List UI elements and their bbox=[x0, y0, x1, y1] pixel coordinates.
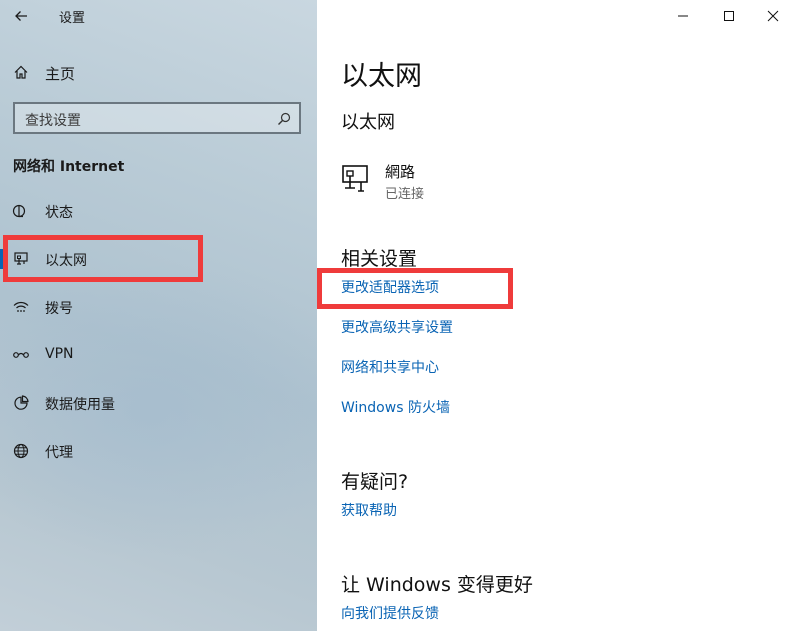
sidebar-item-label: 代理 bbox=[45, 445, 73, 461]
feedback-heading: 让 Windows 变得更好 bbox=[341, 574, 533, 596]
search-placeholder: 查找设置 bbox=[25, 113, 81, 129]
highlight-box-ethernet bbox=[3, 235, 203, 282]
network-adapter-icon bbox=[342, 165, 368, 192]
close-icon bbox=[767, 10, 779, 22]
section-title: 网络和 Internet bbox=[13, 159, 125, 175]
maximize-button[interactable] bbox=[706, 0, 752, 32]
sidebar-item-label: VPN bbox=[45, 346, 74, 362]
vpn-icon bbox=[13, 352, 29, 358]
sidebar-item-vpn[interactable]: VPN bbox=[0, 335, 317, 375]
highlight-box-adapter-options bbox=[317, 268, 513, 309]
help-heading: 有疑问? bbox=[341, 471, 409, 493]
home-label: 主页 bbox=[45, 65, 76, 83]
globe-icon bbox=[13, 443, 29, 459]
data-usage-icon bbox=[14, 395, 29, 410]
section-subtitle: 以太网 bbox=[341, 112, 395, 133]
dialup-icon bbox=[13, 301, 29, 312]
give-feedback-link[interactable]: 向我们提供反馈 bbox=[341, 603, 439, 623]
network-sharing-center-link[interactable]: 网络和共享中心 bbox=[341, 357, 439, 377]
home-nav-item[interactable]: 主页 bbox=[0, 56, 317, 88]
back-button[interactable] bbox=[6, 2, 36, 30]
page-title: 以太网 bbox=[341, 61, 422, 92]
windows-firewall-link[interactable]: Windows 防火墙 bbox=[341, 397, 450, 417]
close-button[interactable] bbox=[750, 0, 796, 32]
sidebar-item-dialup[interactable]: 拨号 bbox=[0, 287, 317, 327]
sidebar-item-data-usage[interactable]: 数据使用量 bbox=[0, 383, 317, 423]
search-icon[interactable] bbox=[277, 112, 291, 126]
sidebar-item-label: 拨号 bbox=[45, 301, 73, 317]
network-status: 已连接 bbox=[385, 187, 425, 202]
home-icon bbox=[14, 65, 28, 79]
sidebar-item-label: 状态 bbox=[45, 205, 73, 221]
status-icon bbox=[12, 204, 26, 218]
minimize-icon bbox=[678, 15, 688, 17]
sidebar-item-proxy[interactable]: 代理 bbox=[0, 431, 317, 471]
get-help-link[interactable]: 获取帮助 bbox=[341, 500, 397, 520]
maximize-icon bbox=[724, 11, 734, 21]
change-advanced-sharing-link[interactable]: 更改高级共享设置 bbox=[341, 317, 453, 337]
sidebar-item-status[interactable]: 状态 bbox=[0, 191, 317, 231]
back-arrow-icon bbox=[15, 11, 27, 21]
main-content: 以太网 以太网 網路 已连接 相关设置 更改适配器选项 更改高级共享设置 网络和… bbox=[317, 0, 796, 631]
sidebar-item-label: 数据使用量 bbox=[45, 397, 115, 413]
search-input[interactable]: 查找设置 bbox=[13, 102, 301, 134]
title-bar-left: 设置 bbox=[0, 0, 317, 32]
related-settings-heading: 相关设置 bbox=[341, 248, 418, 270]
minimize-button[interactable] bbox=[660, 0, 706, 32]
sidebar: 设置 主页 查找设置 网络和 Internet 状态 以太网 拨号 VPN 数据… bbox=[0, 0, 317, 631]
network-name[interactable]: 網路 bbox=[385, 161, 415, 182]
app-title: 设置 bbox=[59, 11, 86, 26]
